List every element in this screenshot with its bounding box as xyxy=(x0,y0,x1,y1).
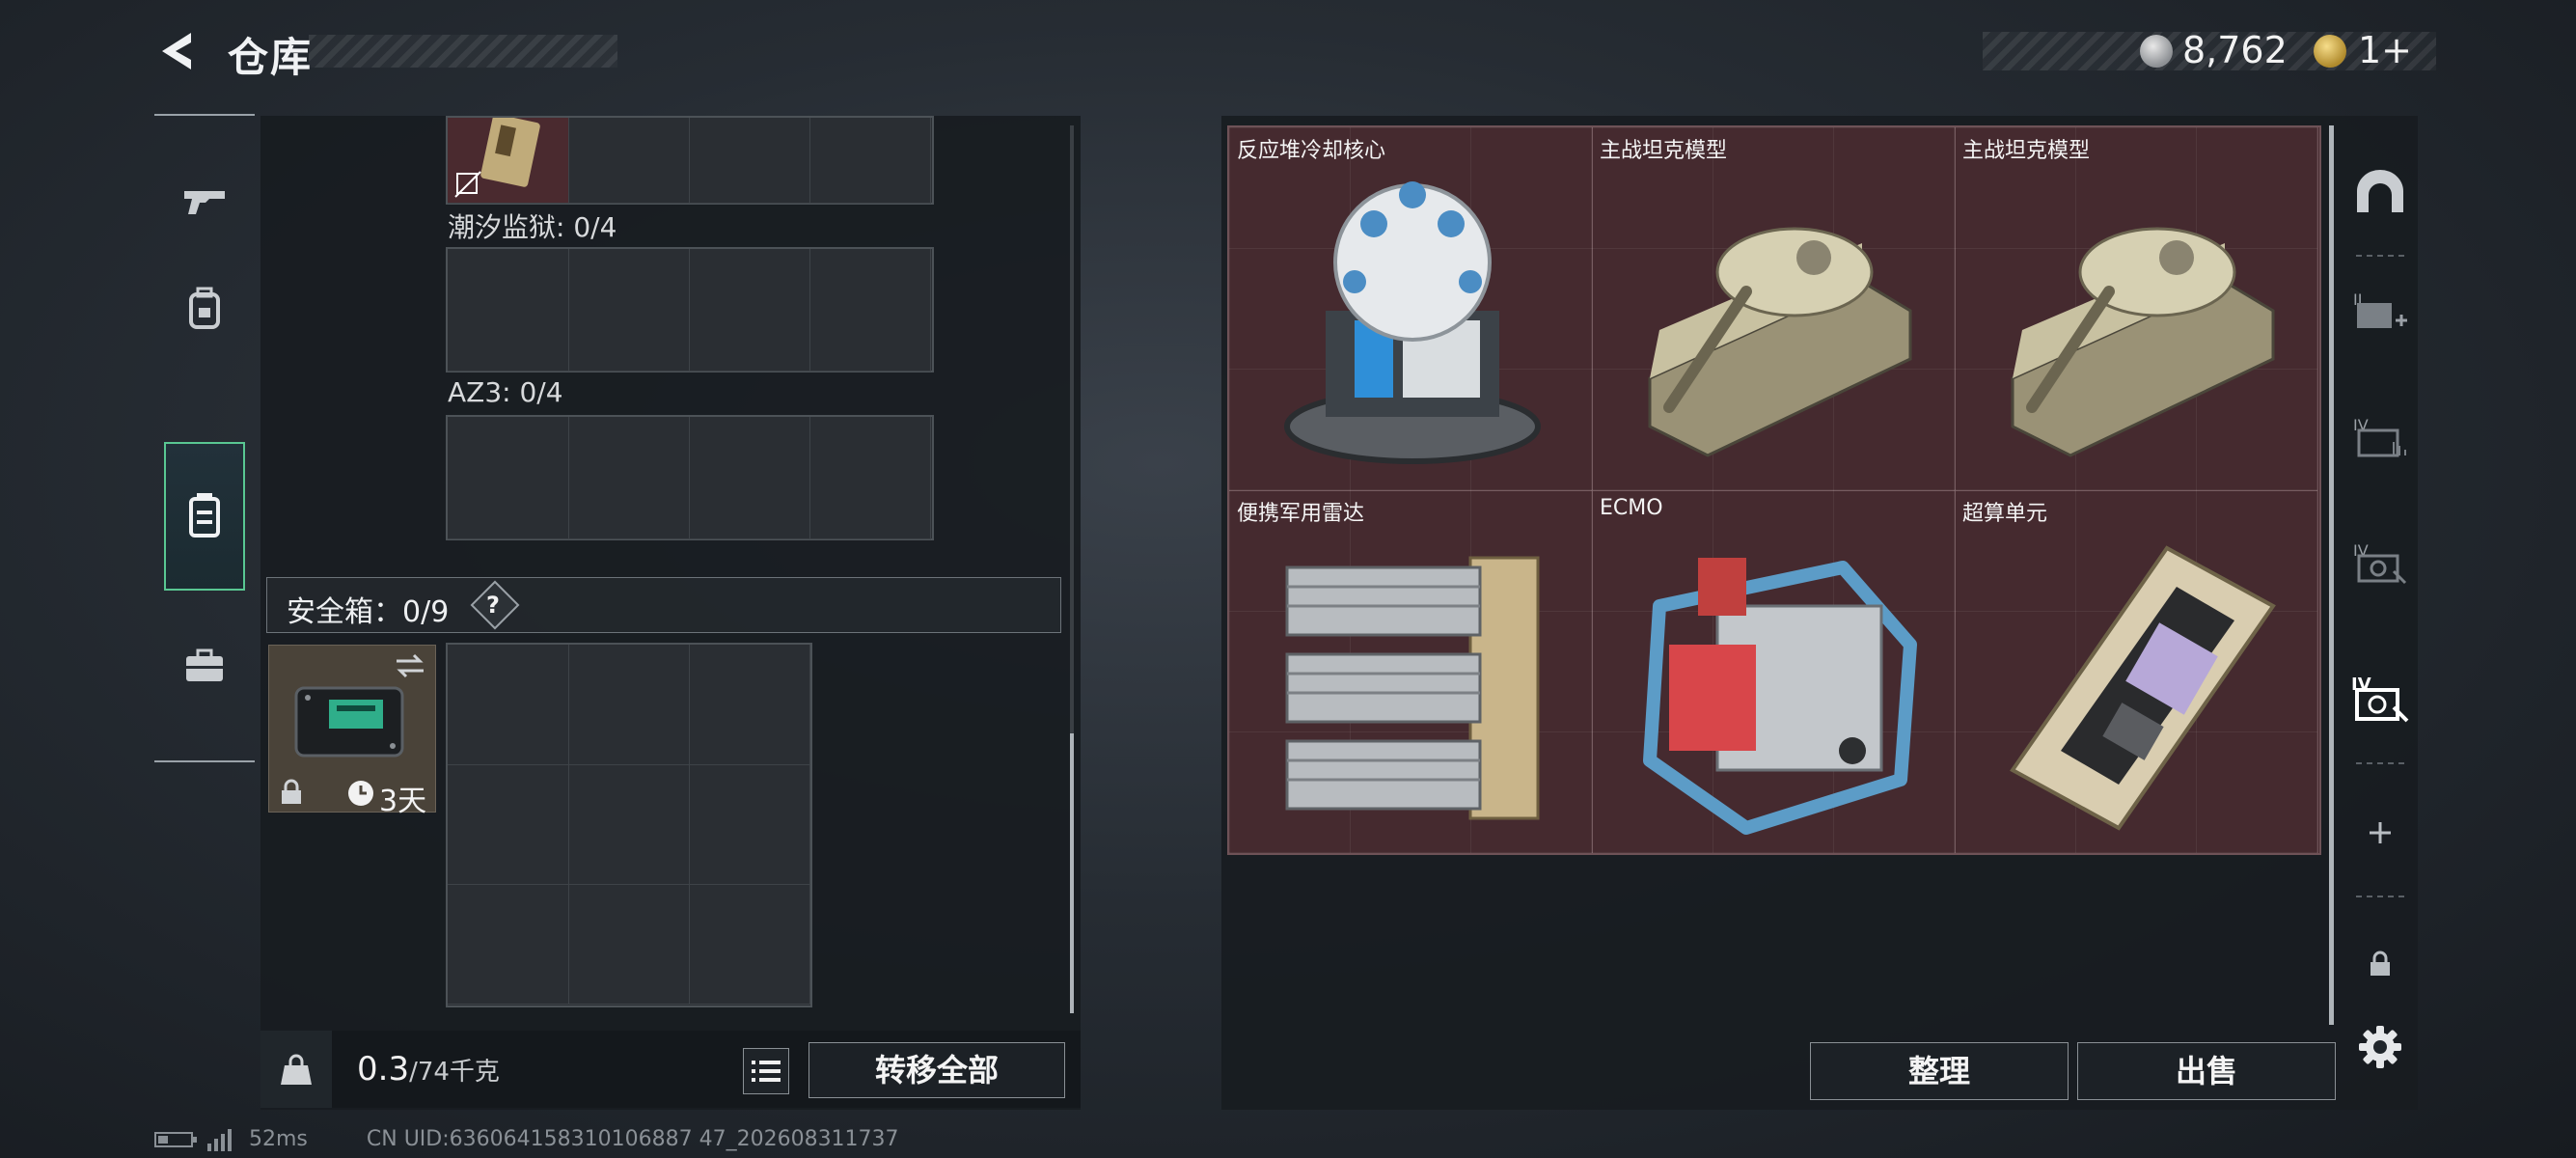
weight-readout: 0.3/74千克 xyxy=(357,1050,500,1089)
section-label-az3: AZ3: 0/4 xyxy=(448,376,563,408)
silver-coin-icon xyxy=(2140,35,2173,68)
plus-icon xyxy=(2370,822,2391,843)
tab-stash-iv-b[interactable]: IV xyxy=(2346,529,2414,596)
item-tank-model-2[interactable]: 主战坦克模型 xyxy=(1955,127,2318,491)
right-scrollbar[interactable] xyxy=(2329,125,2334,1025)
tab-divider xyxy=(2356,762,2404,764)
container-icon xyxy=(189,493,220,538)
item-name: ECMO xyxy=(1600,496,1663,520)
rail-item-toolkit[interactable] xyxy=(164,616,245,716)
item-name: 反应堆冷却核心 xyxy=(1237,139,1386,163)
help-label[interactable]: ? xyxy=(476,588,510,622)
ping-readout: 52ms xyxy=(249,1127,308,1151)
gold-coin-icon xyxy=(2314,35,2346,68)
list-icon xyxy=(752,1061,781,1082)
back-arrow-icon xyxy=(162,33,191,69)
container-grid-top[interactable] xyxy=(446,116,934,205)
clock-icon xyxy=(348,781,373,806)
list-view-button[interactable] xyxy=(743,1048,789,1094)
stash-add-icon: II xyxy=(2353,290,2407,328)
tab-stash-iv-active[interactable]: IV xyxy=(2346,666,2414,733)
rail-item-armor[interactable] xyxy=(164,259,245,359)
weight-capacity: /74千克 xyxy=(409,1058,500,1087)
settings-button[interactable] xyxy=(2346,1013,2414,1081)
rail-item-weapon[interactable] xyxy=(164,151,245,251)
safe-box-header: 安全箱：0/9 ? xyxy=(266,577,1061,633)
page-title: 仓库 xyxy=(228,34,314,81)
item-name: 主战坦克模型 xyxy=(1962,139,2091,163)
status-bar: 52ms CN UID:636064158310106887 47_202608… xyxy=(154,1127,899,1151)
section-label-tide-prison: 潮汐监狱: 0/4 xyxy=(448,211,617,243)
swap-icon[interactable] xyxy=(393,651,427,680)
stash-folder-icon: IV xyxy=(2353,416,2406,457)
signal-icon xyxy=(207,1129,232,1151)
gold-currency-value[interactable]: 1+ xyxy=(2358,29,2412,71)
safe-box-timer: 3天 xyxy=(379,785,427,818)
weight-lock-button[interactable] xyxy=(260,1031,332,1108)
tank-model-icon xyxy=(2011,227,2275,457)
item-supercomputer-unit[interactable]: 超算单元 xyxy=(1955,490,2318,854)
tab-add-stash[interactable]: II xyxy=(2346,278,2414,345)
tab-all[interactable] xyxy=(2346,158,2414,226)
tab-divider xyxy=(2356,896,2404,897)
backpack-icon xyxy=(189,287,220,329)
briefcase-icon xyxy=(186,648,223,681)
radar-icon xyxy=(1285,556,1540,820)
stash-tab-rail: II IV IV IV xyxy=(2343,114,2418,1108)
lock-icon xyxy=(2370,951,2390,976)
rail-divider-top xyxy=(154,114,255,116)
safe-box-tile[interactable]: 3天 xyxy=(268,645,436,818)
tab-divider xyxy=(2356,255,2404,257)
weight-icon xyxy=(281,1054,312,1085)
container-grid-tide-prison[interactable] xyxy=(446,247,934,372)
item-tank-model-1[interactable]: 主战坦克模型 xyxy=(1592,127,1956,491)
item-name: 便携军用雷达 xyxy=(1237,502,1365,526)
ecmo-icon xyxy=(1643,558,1917,835)
tab-locked[interactable] xyxy=(2346,930,2414,998)
stash-active-icon: IV xyxy=(2351,675,2409,723)
uid-readout: CN UID:636064158310106887 47_20260831173… xyxy=(366,1127,899,1151)
gear-icon xyxy=(2359,1026,2401,1068)
tab-add[interactable] xyxy=(2346,799,2414,867)
title-decoration xyxy=(309,35,617,68)
weight-value: 0.3 xyxy=(357,1050,410,1089)
item-name: 主战坦克模型 xyxy=(1600,139,1728,163)
tank-model-icon xyxy=(1648,227,1912,457)
silver-currency-value: 8,762 xyxy=(2182,29,2288,71)
gun-icon xyxy=(184,191,225,214)
dome-icon xyxy=(2357,170,2403,212)
rail-item-container[interactable] xyxy=(164,442,245,591)
supercomputer-icon xyxy=(2010,545,2276,831)
battery-icon xyxy=(154,1132,197,1147)
safe-box-title: 安全箱：0/9 xyxy=(287,595,450,629)
lock-icon xyxy=(282,779,301,804)
left-category-rail xyxy=(154,114,255,762)
sort-button[interactable]: 整理 xyxy=(1810,1042,2069,1100)
backpack-footer: 0.3/74千克 转移全部 xyxy=(260,1031,1081,1108)
back-button[interactable] xyxy=(154,27,203,75)
no-insure-icon xyxy=(454,171,481,198)
stash-search-icon: IV xyxy=(2353,541,2407,585)
transfer-all-button[interactable]: 转移全部 xyxy=(808,1042,1065,1098)
item-portable-radar[interactable]: 便携军用雷达 xyxy=(1229,490,1593,854)
sell-button[interactable]: 出售 xyxy=(2077,1042,2336,1100)
item-reactor-core[interactable]: 反应堆冷却核心 xyxy=(1229,127,1593,491)
tab-stash-iv-a[interactable]: IV xyxy=(2346,403,2414,471)
container-grid-az3[interactable] xyxy=(446,415,934,540)
safe-box-grid[interactable] xyxy=(446,643,812,1007)
stash-grid[interactable]: 反应堆冷却核心 主战坦克模型 主战坦克模型 便携军用雷达 ECMO 超算单元 xyxy=(1227,125,2321,855)
left-scrollbar-thumb[interactable] xyxy=(1070,733,1074,1013)
reactor-core-icon xyxy=(1284,181,1541,464)
item-ecmo[interactable]: ECMO xyxy=(1592,490,1956,854)
item-name: 超算单元 xyxy=(1962,502,2048,526)
rail-divider-bottom xyxy=(154,760,255,762)
safe-box-icon xyxy=(294,686,404,758)
